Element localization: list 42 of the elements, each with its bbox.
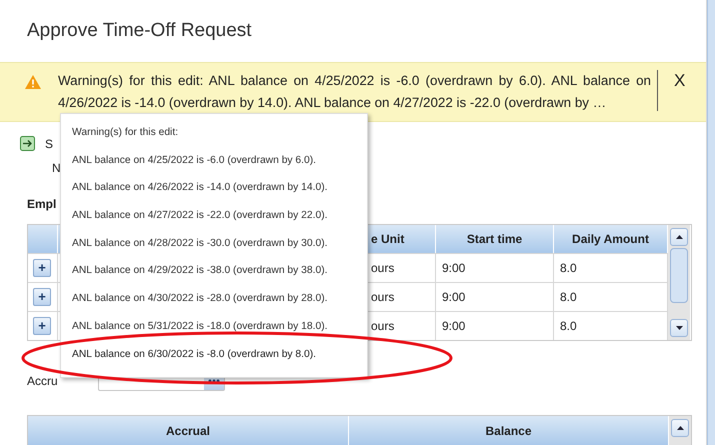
table-cell: 8.0: [554, 311, 668, 340]
expand-button[interactable]: +: [33, 317, 51, 335]
warning-item: ANL balance on 4/27/2022 is -22.0 (overdrawn by 22.0).: [72, 209, 328, 222]
table-cell: 9:00: [436, 253, 554, 282]
popup-heading: Warning(s) for this edit:: [72, 126, 178, 139]
warning-item: ANL balance on 4/26/2022 is -14.0 (overdrawn by 14.0).: [72, 181, 328, 194]
table-header-cell: [28, 225, 58, 253]
scroll-up-button[interactable]: [671, 419, 689, 437]
field-label: N: [52, 161, 61, 175]
field-label: Accru: [27, 374, 58, 388]
window-title: Approve Time-Off Request: [26, 19, 253, 42]
warning-item: ANL balance on 6/30/2022 is -8.0 (overdrawn by 8.0).: [72, 348, 316, 360]
up-arrow-icon: [676, 426, 684, 430]
warning-item: ANL balance on 4/28/2022 is -30.0 (overdrawn by 30.0).: [72, 236, 328, 250]
warning-item: ANL balance on 5/31/2022 is -18.0 (overdrawn by 18.0).: [72, 320, 328, 333]
column-header[interactable]: Balance: [349, 416, 669, 445]
warning-message: Warning(s) for this edit: ANL balance on 4/25/2022 is -6.0 (overdrawn by 6.0). ANL balance on 4/26/2022 is -14.0 (overdrawn by 14.0). ANL balance on 4/27/2022 is -22.0 (overdrawn by …: [58, 70, 658, 111]
status-label: S: [45, 136, 54, 150]
dots-icon: [208, 379, 220, 383]
scroll-down-button[interactable]: [670, 319, 688, 337]
close-button[interactable]: X: [674, 71, 686, 91]
up-arrow-icon: [676, 235, 682, 239]
table-cell: 8.0: [554, 253, 668, 282]
column-header[interactable]: Daily Amount: [554, 225, 668, 253]
scrollbar[interactable]: [668, 225, 690, 340]
scroll-up-button[interactable]: [670, 228, 688, 246]
warning-item: ANL balance on 4/30/2022 is -28.0 (overdrawn by 28.0).: [72, 292, 328, 306]
column-header[interactable]: Accrual: [28, 416, 349, 445]
scroll-thumb[interactable]: [670, 248, 688, 303]
expand-button[interactable]: +: [33, 288, 51, 306]
page-scrollbar[interactable]: [707, 0, 715, 445]
table-cell: 9:00: [436, 282, 554, 311]
table-cell: 8.0: [554, 282, 668, 311]
column-header[interactable]: Start time: [436, 225, 554, 253]
warning-item: ANL balance on 4/29/2022 is -38.0 (overdrawn by 38.0).: [72, 264, 328, 278]
expand-button[interactable]: +: [33, 259, 51, 277]
table-cell: 9:00: [436, 311, 554, 340]
warning-item: ANL balance on 4/25/2022 is -6.0 (overdrawn by 6.0).: [72, 154, 316, 167]
down-arrow-icon: [676, 326, 682, 330]
warning-icon: [25, 75, 41, 89]
scrollbar[interactable]: [669, 416, 691, 445]
section-label: Empl: [27, 197, 56, 211]
